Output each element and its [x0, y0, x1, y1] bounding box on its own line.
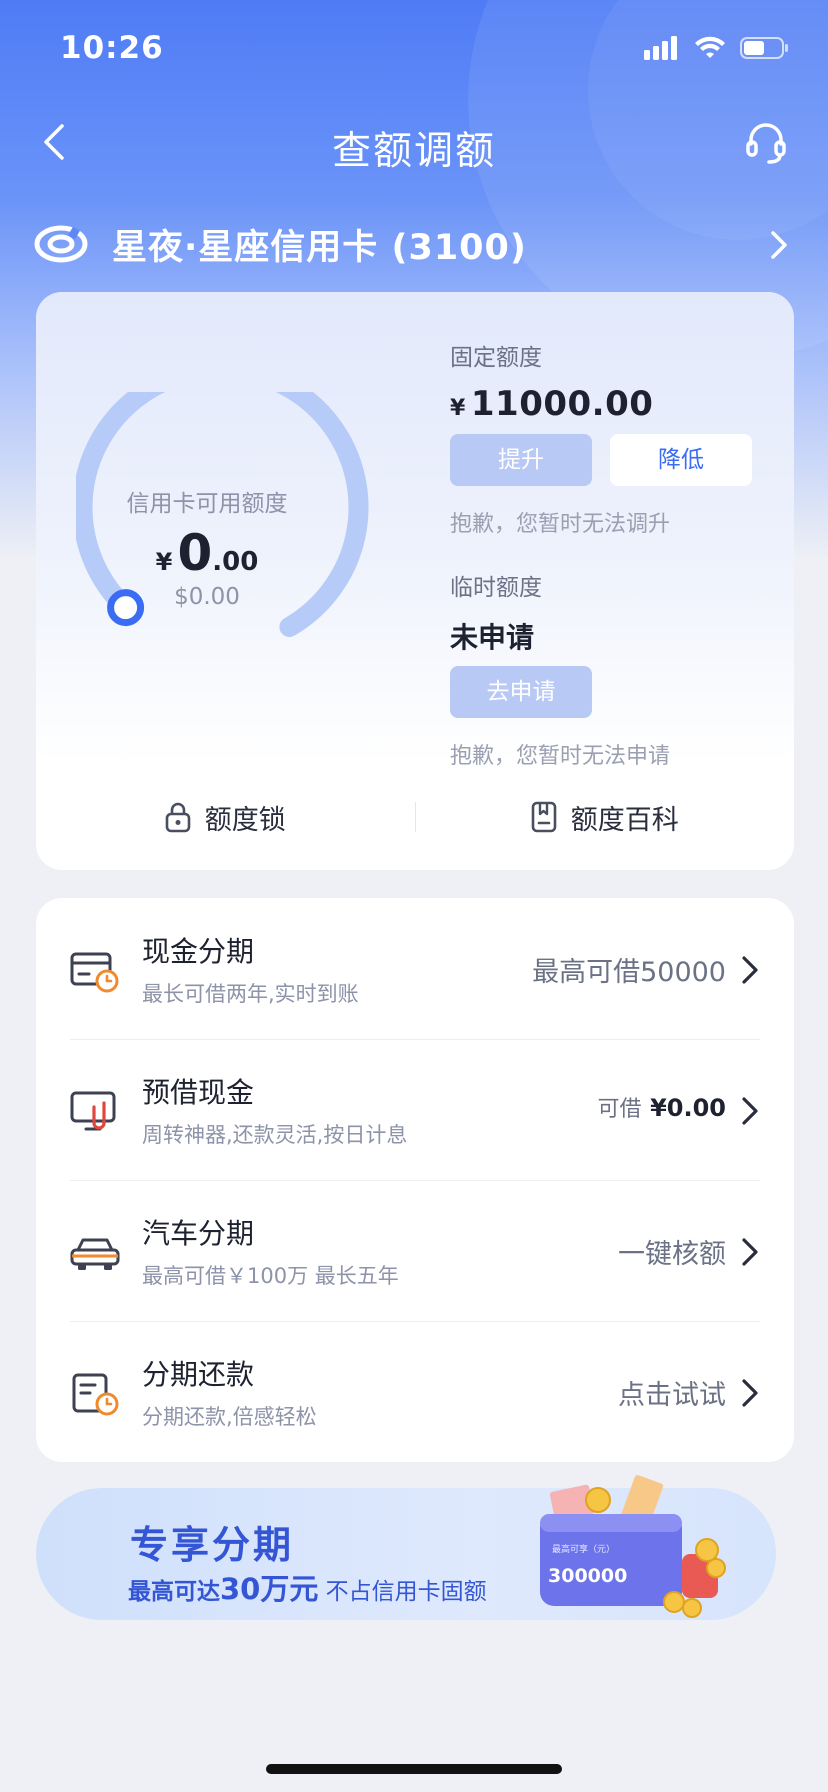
wifi-icon — [695, 36, 725, 58]
limit-wiki-link[interactable]: 额度百科 — [416, 798, 795, 837]
available-limit-value: ¥ 0.00 — [96, 524, 318, 582]
services-list: 现金分期 最长可借两年,实时到账 最高可借50000 预借现金 周转神器,还款灵… — [36, 898, 794, 1462]
service-right-text: 最高可借50000 — [532, 957, 726, 988]
available-currency: ¥ — [155, 548, 173, 576]
service-right-text: 点击试试 — [618, 1380, 726, 1411]
service-row-cash-installment[interactable]: 现金分期 最长可借两年,实时到账 最高可借50000 — [36, 898, 794, 1039]
service-subtitle: 分期还款,倍感轻松 — [142, 1405, 317, 1429]
lower-limit-button[interactable]: 降低 — [610, 434, 752, 486]
service-subtitle: 最高可借￥100万 最长五年 — [142, 1264, 399, 1288]
fixed-limit-buttons: 提升 降低 — [450, 434, 770, 486]
banner-art-amount: 300000 — [548, 1565, 627, 1587]
service-title: 现金分期 — [142, 935, 255, 968]
service-subtitle: 最长可借两年,实时到账 — [142, 982, 359, 1006]
banner-subtitle: 最高可达30万元 不占信用卡固额 — [128, 1566, 487, 1608]
chevron-right-icon — [742, 956, 758, 984]
service-title: 分期还款 — [142, 1358, 255, 1391]
customer-service-icon[interactable] — [742, 118, 790, 166]
installment-repay-icon — [72, 1373, 119, 1416]
banner-sub-prefix: 最高可达 — [128, 1579, 220, 1605]
chevron-right-icon — [742, 1238, 758, 1266]
available-decimal: .00 — [212, 547, 259, 577]
car-icon — [70, 1238, 120, 1270]
limit-wiki-label: 额度百科 — [570, 804, 679, 836]
card-selector[interactable]: 星夜·星座信用卡 (3100) — [34, 218, 794, 270]
temp-limit-status: 未申请 — [450, 621, 535, 654]
signal-icon — [644, 36, 677, 60]
wallet-coins-illustration: 最高可享（元） 300000 — [540, 1475, 726, 1618]
limit-details: 固定额度 ¥ 11000.00 提升 降低 抱歉，您暂时无法调升 临时额度 未申… — [450, 338, 770, 770]
bank-logo-icon — [34, 225, 88, 263]
status-bar: 10:26 — [0, 0, 828, 100]
service-title: 预借现金 — [142, 1076, 255, 1109]
service-row-installment-repay[interactable]: 分期还款 分期还款,倍感轻松 点击试试 — [36, 1321, 794, 1462]
cash-installment-icon — [70, 952, 119, 993]
raise-limit-hint: 抱歉，您暂时无法调升 — [450, 512, 671, 537]
chevron-right-icon — [742, 1097, 758, 1125]
fixed-limit-currency: ¥ — [450, 396, 466, 421]
status-icons — [644, 36, 790, 60]
card-name: 星夜·星座信用卡 (3100) — [112, 227, 527, 268]
lock-icon — [165, 802, 191, 833]
service-right-text: 一键核额 — [618, 1239, 726, 1270]
available-usd: $0.00 — [174, 584, 240, 610]
limit-lock-link[interactable]: 额度锁 — [36, 798, 415, 837]
nav-bar: 查额调额 — [0, 104, 828, 184]
banner-sub-highlight: 30万元 — [220, 1572, 319, 1606]
available-limit-label: 信用卡可用额度 — [126, 491, 288, 517]
home-indicator[interactable] — [266, 1764, 562, 1774]
quick-links: 额度锁 额度百科 — [36, 764, 794, 870]
promo-banner[interactable]: 专享分期 最高可达30万元 不占信用卡固额 最高可享（元） 300000 — [36, 1475, 776, 1620]
service-subtitle: 周转神器,还款灵活,按日计息 — [142, 1123, 408, 1147]
status-time: 10:26 — [60, 30, 164, 66]
fixed-limit-number: 11000.00 — [470, 384, 654, 424]
available-integer: 0 — [177, 524, 213, 582]
banner-title: 专享分期 — [130, 1523, 295, 1567]
banner-sub-suffix: 不占信用卡固额 — [318, 1579, 487, 1605]
fixed-limit-amount: ¥ 11000.00 — [450, 384, 770, 424]
available-prefix: 可借 — [597, 1097, 642, 1122]
chevron-right-icon — [771, 231, 787, 259]
limit-card: 信用卡可用额度 ¥ 0.00 $0.00 固定额度 ¥ 11000.00 提升 … — [36, 292, 794, 870]
available-amount: ¥0.00 — [650, 1094, 726, 1122]
service-title: 汽车分期 — [142, 1217, 255, 1250]
book-icon — [531, 801, 557, 833]
temp-limit-buttons: 去申请 — [450, 666, 770, 718]
apply-temp-limit-button[interactable]: 去申请 — [450, 666, 592, 718]
temp-limit-label: 临时额度 — [450, 575, 542, 601]
raise-limit-button[interactable]: 提升 — [450, 434, 592, 486]
service-right-text: 可借 ¥0.00 — [597, 1091, 726, 1123]
banner-art-caption: 最高可享（元） — [552, 1543, 615, 1555]
battery-icon — [740, 37, 788, 59]
chevron-right-icon — [742, 1379, 758, 1407]
fixed-limit-label: 固定额度 — [450, 345, 542, 371]
page-title: 查额调额 — [331, 129, 496, 174]
cash-advance-icon — [70, 1091, 116, 1131]
limit-card-top: 信用卡可用额度 ¥ 0.00 $0.00 固定额度 ¥ 11000.00 提升 … — [36, 292, 794, 769]
service-row-car-installment[interactable]: 汽车分期 最高可借￥100万 最长五年 一键核额 — [36, 1180, 794, 1321]
limit-lock-label: 额度锁 — [204, 804, 286, 836]
service-row-cash-advance[interactable]: 预借现金 周转神器,还款灵活,按日计息 可借 ¥0.00 — [36, 1039, 794, 1180]
